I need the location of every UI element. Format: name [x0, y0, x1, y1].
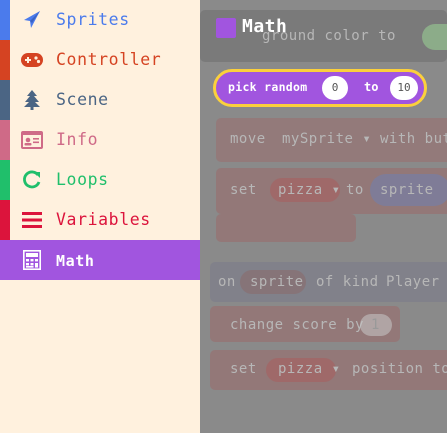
category-toolbox: Sprites Controller Scene Info Loops Vari… — [0, 0, 200, 433]
category-color-swatch — [216, 18, 236, 38]
workspace-ghost-text: position to — [352, 361, 447, 377]
workspace-ghost-text: on — [218, 274, 236, 290]
workspace-ghost-text: set — [230, 182, 257, 198]
id-card-icon — [20, 129, 44, 151]
workspace-ghost-text: with but — [380, 131, 447, 147]
workspace-ghost-text: 1 — [371, 317, 380, 333]
category-color-stripe — [0, 160, 10, 200]
category-variables[interactable]: Variables — [0, 200, 200, 240]
workspace-ghost-color-swatch — [422, 24, 447, 50]
tree-icon — [20, 89, 44, 111]
workspace-ghost-block — [216, 214, 356, 242]
category-label: Sprites — [56, 10, 130, 29]
category-math[interactable]: Math — [0, 240, 200, 280]
category-color-stripe — [0, 120, 10, 160]
workspace-ghost-text: pizza ▾ — [278, 361, 341, 377]
category-label: Scene — [56, 90, 109, 109]
category-label: Math — [56, 252, 95, 270]
flyout-title: Math — [242, 16, 288, 37]
category-controller[interactable]: Controller — [0, 40, 200, 80]
list-icon — [20, 209, 44, 231]
pick-random-to-label: to — [364, 80, 379, 94]
category-label: Variables — [56, 210, 151, 229]
category-color-stripe — [0, 80, 10, 120]
category-info[interactable]: Info — [0, 120, 200, 160]
category-color-stripe — [0, 200, 10, 240]
category-loops[interactable]: Loops — [0, 160, 200, 200]
category-scene[interactable]: Scene — [0, 80, 200, 120]
workspace-ghost-text: sprite — [250, 274, 304, 290]
pick-random-max-input[interactable]: 10 — [390, 76, 418, 100]
category-label: Controller — [56, 50, 162, 69]
category-label: Loops — [56, 170, 109, 189]
pick-random-min-input[interactable]: 0 — [322, 76, 348, 100]
category-color-stripe — [0, 240, 10, 280]
workspace-ghost-text: sprite — [380, 182, 434, 198]
workspace-ghost-text: mySprite ▾ — [282, 131, 372, 147]
workspace-ghost-text: change score by — [230, 317, 364, 333]
category-sprites[interactable]: Sprites — [0, 0, 200, 40]
gamepad-icon — [20, 49, 44, 71]
workspace-ghost-text: move — [230, 131, 266, 147]
category-color-stripe — [0, 0, 10, 40]
pick-random-block[interactable]: pick random 0 to 10 — [213, 69, 427, 107]
workspace-ghost-text: Player ▾ — [386, 274, 447, 290]
calculator-icon — [20, 249, 44, 271]
category-label: Info — [56, 130, 99, 149]
refresh-icon — [20, 169, 44, 191]
block-flyout: ground color to move mySprite ▾ with but… — [200, 0, 447, 433]
workspace-ghost-text: set — [230, 361, 257, 377]
workspace-ghost-text: of kind — [316, 274, 379, 290]
workspace-ghost-text: pizza ▾ — [278, 182, 341, 198]
category-color-stripe — [0, 40, 10, 80]
workspace-ghost-text: to — [346, 182, 364, 198]
pick-random-label: pick random — [228, 80, 308, 94]
paper-plane-icon — [20, 9, 44, 31]
